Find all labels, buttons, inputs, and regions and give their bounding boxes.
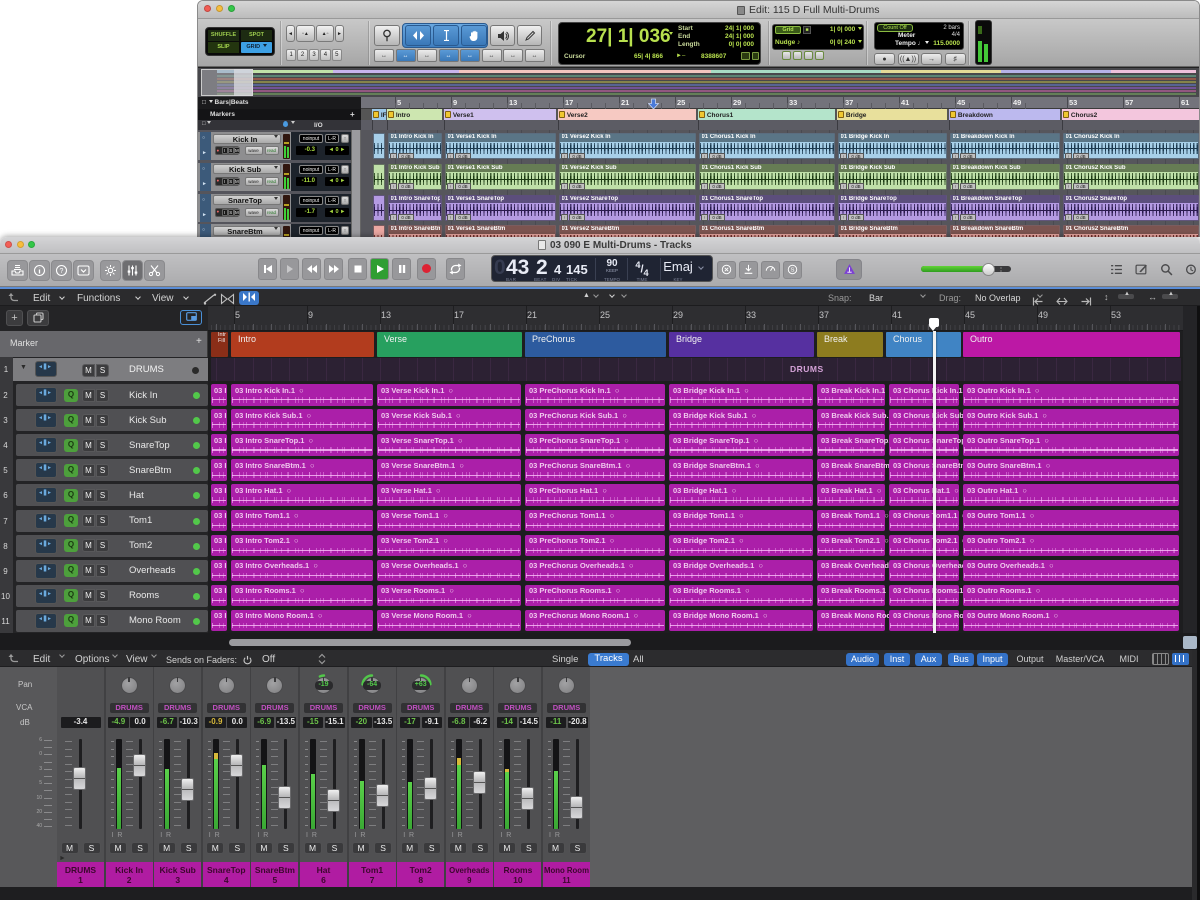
svg-text:?: ? bbox=[60, 268, 64, 275]
svg-text:S: S bbox=[791, 268, 795, 274]
